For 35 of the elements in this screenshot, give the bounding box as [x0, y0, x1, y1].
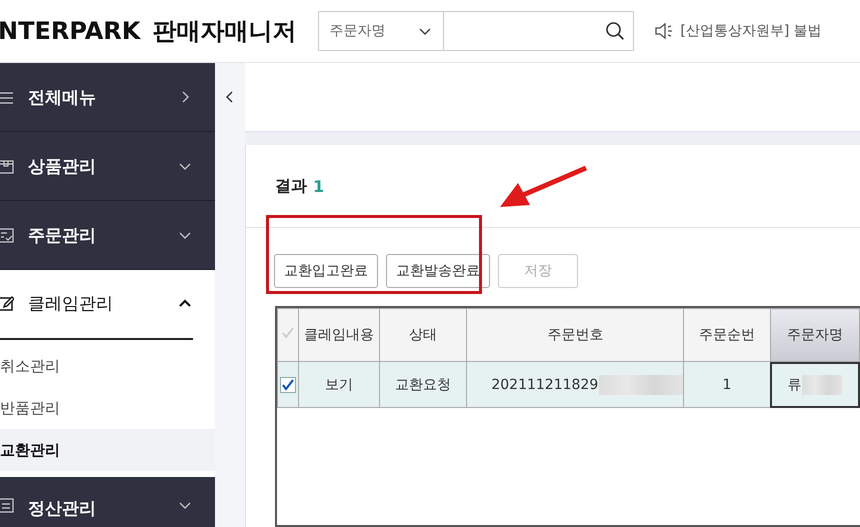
- column-header[interactable]: 주문순번: [684, 308, 770, 362]
- sidebar-item[interactable]: 클레임관리: [0, 269, 193, 340]
- sidebar-item[interactable]: 정산관리: [0, 477, 215, 527]
- action-button[interactable]: 교환발송완료: [386, 254, 490, 288]
- column-header[interactable]: 클레임내용: [298, 308, 380, 362]
- app-title: 판매자매니저: [152, 16, 296, 47]
- table-cell: 교환요청: [395, 376, 452, 394]
- check-icon[interactable]: [281, 326, 296, 340]
- sidebar-subitem[interactable]: 교환관리: [0, 429, 215, 471]
- redaction-blur: [802, 374, 842, 394]
- row-checkbox[interactable]: [280, 376, 296, 393]
- column-header[interactable]: 주문자명: [770, 308, 860, 362]
- check-icon: [0, 226, 14, 244]
- table-cell: 류: [787, 376, 802, 394]
- result-count: 1: [313, 176, 324, 196]
- table-cell: 1: [722, 376, 732, 392]
- logo[interactable]: NTERPARK: [0, 17, 140, 45]
- column-header[interactable]: 주문번호: [466, 308, 684, 362]
- action-button[interactable]: 교환입고완료: [274, 254, 378, 288]
- sidebar-item[interactable]: 주문관리: [0, 201, 215, 270]
- search-type-select[interactable]: 주문자명: [318, 11, 444, 51]
- result-label: 결과: [275, 176, 307, 196]
- sidebar-item[interactable]: 전체메뉴: [0, 63, 215, 132]
- speaker-icon: [654, 22, 674, 40]
- table-cell: 보기: [325, 376, 354, 394]
- notice-text[interactable]: [산업통상자원부] 불법: [680, 22, 822, 40]
- table-cell: 202111211829: [491, 376, 598, 392]
- sidebar-subitem[interactable]: 반품관리: [0, 387, 215, 429]
- search-field[interactable]: [444, 11, 634, 51]
- column-header[interactable]: 상태: [379, 308, 467, 362]
- sidebar-subitem[interactable]: 취소관리: [0, 345, 215, 387]
- sidebar-item[interactable]: 상품관리: [0, 132, 215, 201]
- box-icon: [0, 158, 14, 174]
- search-icon[interactable]: [605, 21, 626, 41]
- doc-icon: [0, 497, 14, 514]
